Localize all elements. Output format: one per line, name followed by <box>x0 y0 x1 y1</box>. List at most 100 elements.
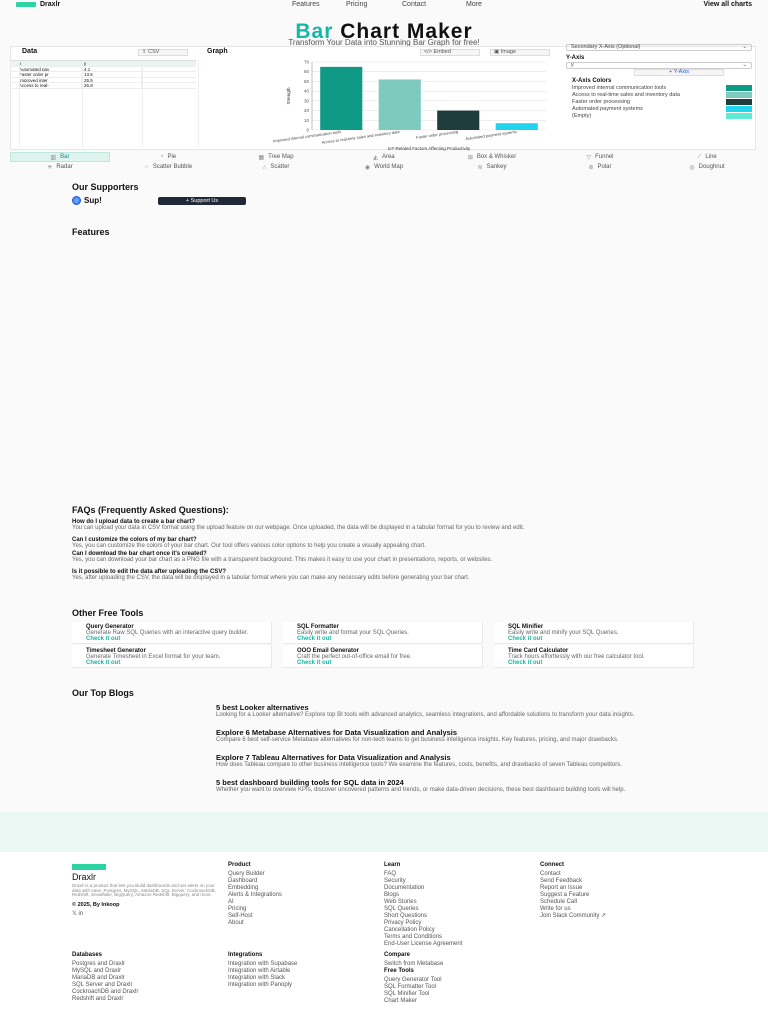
tab-box-whisker[interactable]: ⊞ Box & Whisker <box>442 152 542 162</box>
add-y-axis-button[interactable]: + Y-Axis <box>634 69 724 76</box>
tool-card[interactable]: Query Generator Generate Raw SQL Queries … <box>72 622 272 644</box>
footer-link[interactable]: Web Stories <box>384 899 462 906</box>
cell-y[interactable]: 25.5 <box>82 77 142 82</box>
blog-item[interactable]: Explore 6 Metabase Alternatives for Data… <box>216 728 716 744</box>
footer-link[interactable]: Query Builder <box>228 871 282 878</box>
footer-link[interactable]: Chart Maker <box>384 998 442 1005</box>
column-header-y[interactable]: y <box>82 61 142 66</box>
blog-item[interactable]: 5 best dashboard building tools for SQL … <box>216 778 716 794</box>
support-us-button[interactable]: + Support Us <box>158 197 246 205</box>
data-table[interactable]: x y Automated pay 4.1 Faster order pr 13.5… <box>10 60 196 89</box>
tab-bar[interactable]: ▥ Bar <box>10 152 110 162</box>
footer-link[interactable]: Suggest a Feature <box>540 892 606 899</box>
tab-sankey[interactable]: ≋ Sankey <box>442 162 542 172</box>
cell-y[interactable]: 4.1 <box>82 66 142 71</box>
tab-polar[interactable]: ⊛ Polar <box>550 162 650 172</box>
tool-card[interactable]: Timesheet Generator Generate Timesheet in… <box>72 646 272 668</box>
table-row[interactable]: Access to real- 26.8 <box>10 83 196 89</box>
footer-link[interactable]: Integration with Airtable <box>228 968 297 975</box>
footer-link[interactable]: MySQL and Draxlr <box>72 968 138 975</box>
tab-radar[interactable]: ✳ Radar <box>10 162 110 172</box>
cell-x[interactable]: Faster order pr <box>10 72 82 77</box>
footer-link[interactable]: Postgres and Draxlr <box>72 961 138 968</box>
footer-link[interactable]: Report an Issue <box>540 885 606 892</box>
tab-line[interactable]: ⟋ Line <box>658 152 756 162</box>
tool-card[interactable]: SQL Formatter Easily write and format you… <box>283 622 483 644</box>
footer-link[interactable]: SQL Formatter Tool <box>384 984 442 991</box>
nav-item-contact[interactable]: Contact <box>402 1 426 8</box>
footer-link[interactable]: CockroachDB and Draxlr <box>72 989 138 996</box>
color-swatch[interactable] <box>726 84 752 91</box>
blog-title[interactable]: Explore 7 Tableau Alternatives for Data … <box>216 753 716 762</box>
footer-link[interactable]: Query Generator Tool <box>384 977 442 984</box>
cell-y[interactable]: 26.8 <box>82 83 142 88</box>
footer-link[interactable]: Cancellation Policy <box>384 927 462 934</box>
view-all-charts-link[interactable]: View all charts <box>703 1 752 8</box>
tab-pie[interactable]: ◔ Pie <box>118 152 218 162</box>
tab-scatter[interactable]: ∴ Scatter <box>226 162 326 172</box>
cell-x[interactable]: Automated pay <box>10 66 82 71</box>
footer-link[interactable]: Redshift and Draxlr <box>72 996 138 1003</box>
tool-card[interactable]: SQL Minifier Easily write and minify your… <box>494 622 694 644</box>
footer-link[interactable]: Switch from Metabase <box>384 961 443 968</box>
tab-funnel[interactable]: ▽ Funnel <box>550 152 650 162</box>
cell-y[interactable]: 13.5 <box>82 72 142 77</box>
brand-logo[interactable]: Draxlr <box>16 1 60 8</box>
footer-link[interactable]: Alerts & Integrations <box>228 892 282 899</box>
tab-area[interactable]: ◭ Area <box>334 152 434 162</box>
footer-link[interactable]: SQL Queries <box>384 906 462 913</box>
color-swatch[interactable] <box>726 98 752 105</box>
footer-link[interactable]: Self-Host <box>228 913 282 920</box>
footer-link[interactable]: Security <box>384 878 462 885</box>
footer-link[interactable]: Documentation <box>384 885 462 892</box>
tab-doughnut[interactable]: ◎ Doughnut <box>658 162 756 172</box>
secondary-x-axis-select[interactable]: Secondary X-Axis (Optional) ⌄ <box>566 44 752 51</box>
footer-link[interactable]: Pricing <box>228 906 282 913</box>
footer-link[interactable]: Blogs <box>384 892 462 899</box>
footer-link[interactable]: Integration with Supabase <box>228 961 297 968</box>
footer-link[interactable]: SQL Server and Draxlr <box>72 982 138 989</box>
blog-title[interactable]: Explore 6 Metabase Alternatives for Data… <box>216 728 716 737</box>
footer-link[interactable]: Embedding <box>228 885 282 892</box>
footer-link[interactable]: MariaDB and Draxlr <box>72 975 138 982</box>
blog-title[interactable]: 5 best dashboard building tools for SQL … <box>216 778 716 787</box>
footer-link[interactable]: Integration with Slack <box>228 975 297 982</box>
color-swatch[interactable] <box>726 91 752 98</box>
footer-link[interactable]: Terms and Conditions <box>384 934 462 941</box>
tool-link[interactable]: Check it out <box>508 660 679 666</box>
footer-link[interactable]: About <box>228 920 282 927</box>
social-icons[interactable]: 𝕏 in <box>72 910 222 917</box>
y-axis-select[interactable]: y ⌄ <box>566 62 752 69</box>
tool-link[interactable]: Check it out <box>86 636 257 642</box>
tool-link[interactable]: Check it out <box>86 660 257 666</box>
color-swatch[interactable] <box>726 105 752 112</box>
tab-tree-map[interactable]: ▦ Tree Map <box>226 152 326 162</box>
column-header-x[interactable]: x <box>10 61 82 66</box>
cell-x[interactable]: Improved inter <box>10 77 82 82</box>
footer-brand-name[interactable]: Draxlr <box>72 872 222 882</box>
csv-upload-button[interactable]: ⇪ CSV <box>138 49 188 56</box>
blog-item[interactable]: Explore 7 Tableau Alternatives for Data … <box>216 753 716 769</box>
tool-card[interactable]: OOO Email Generator Craft the perfect out… <box>283 646 483 668</box>
footer-link[interactable]: Dashboard <box>228 878 282 885</box>
sponsor-logo[interactable]: Sup! <box>72 196 102 205</box>
footer-link[interactable]: End-User License Agreement <box>384 941 462 948</box>
blog-item[interactable]: 5 best Looker alternatives Looking for a … <box>216 703 716 719</box>
tool-link[interactable]: Check it out <box>297 660 468 666</box>
footer-link[interactable]: Short Questions <box>384 913 462 920</box>
blog-title[interactable]: 5 best Looker alternatives <box>216 703 716 712</box>
footer-link[interactable]: SQL Minifier Tool <box>384 991 442 998</box>
footer-link[interactable]: Privacy Policy <box>384 920 462 927</box>
footer-link[interactable]: Integration with Panoply <box>228 982 297 989</box>
nav-item-features[interactable]: Features <box>292 1 320 8</box>
tool-link[interactable]: Check it out <box>508 636 679 642</box>
footer-link[interactable]: Join Slack Community ↗ <box>540 913 606 920</box>
color-swatch[interactable] <box>726 112 752 119</box>
tab-scatter-bubble[interactable]: ⁘ Scatter Bubble <box>118 162 218 172</box>
tool-link[interactable]: Check it out <box>297 636 468 642</box>
footer-link[interactable]: Send Feedback <box>540 878 606 885</box>
nav-item-pricing[interactable]: Pricing <box>346 1 367 8</box>
cell-x[interactable]: Access to real- <box>10 83 82 88</box>
tab-world-map[interactable]: ◉ World Map <box>334 162 434 172</box>
footer-link[interactable]: Contact <box>540 871 606 878</box>
